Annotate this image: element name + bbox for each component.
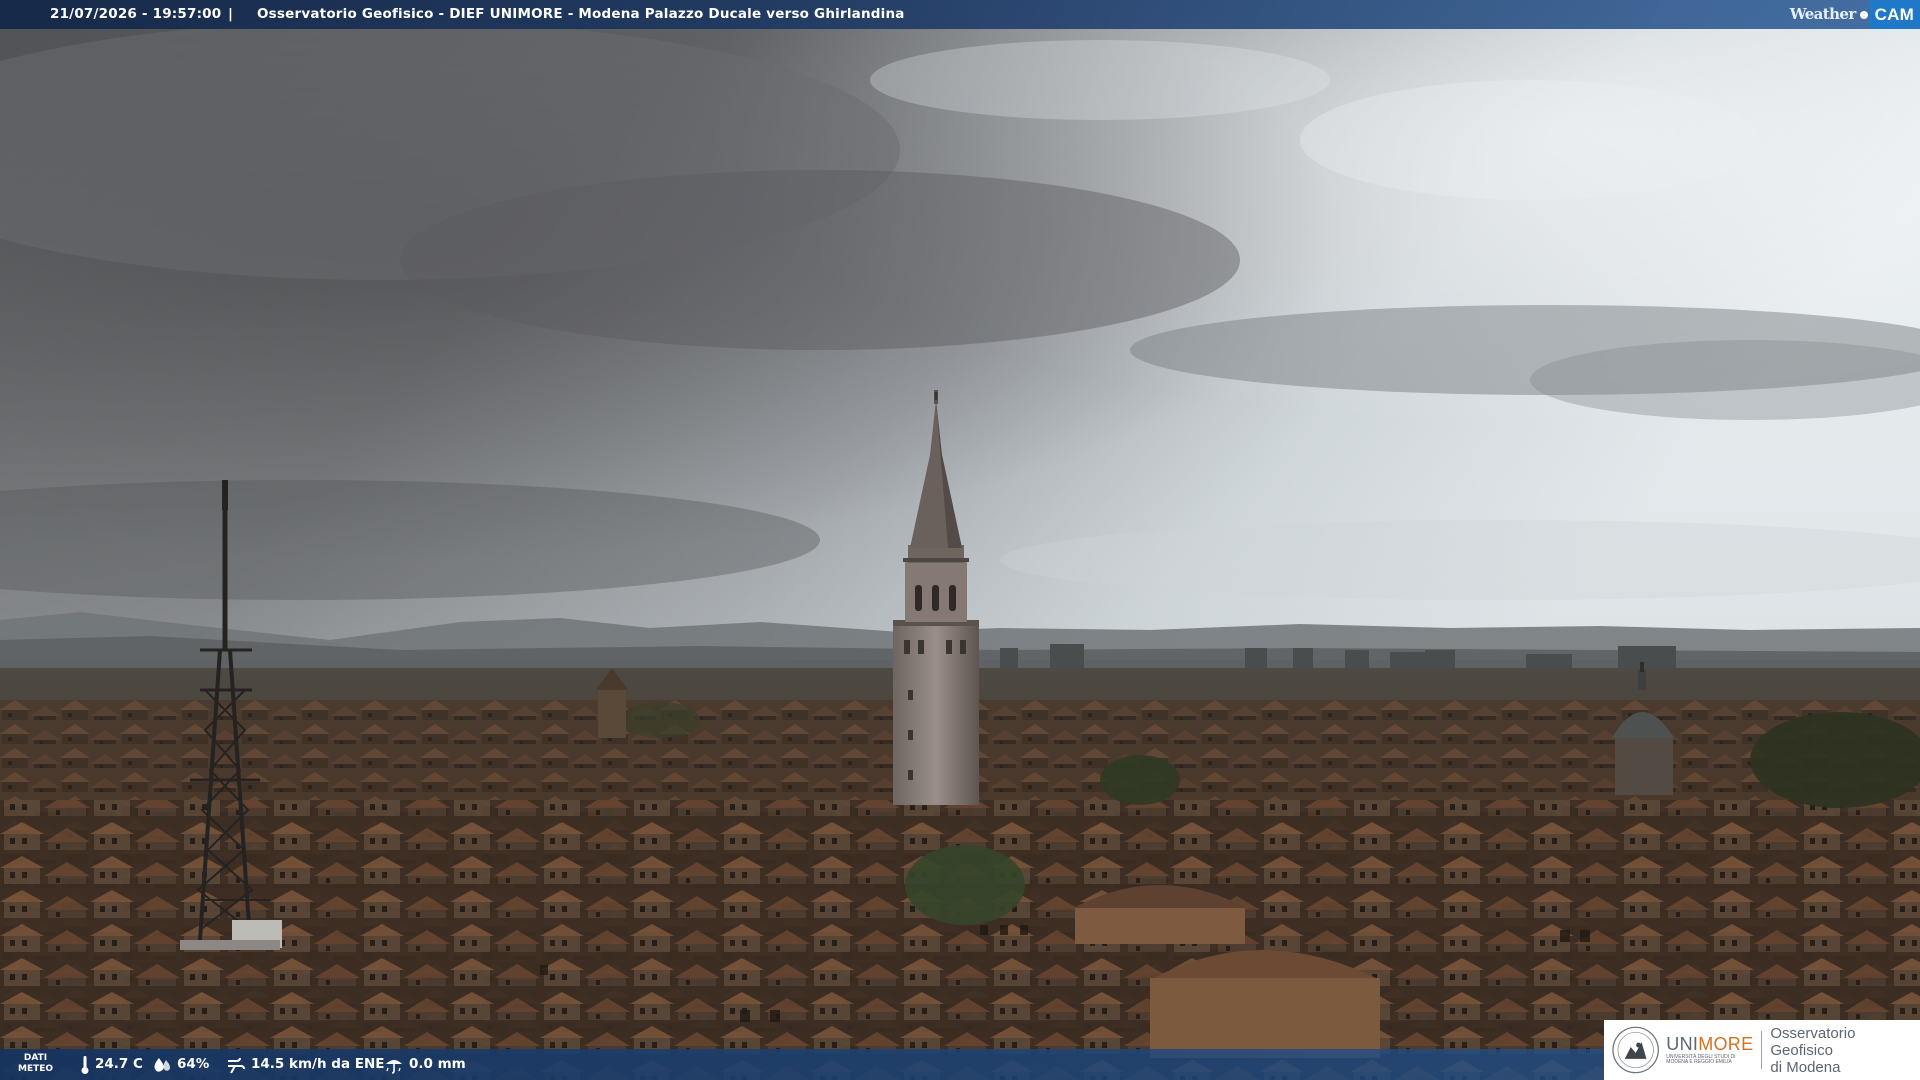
unimore-name: UNIMORE xyxy=(1666,1035,1753,1053)
humidity-reading: 64% xyxy=(152,1049,209,1080)
webcam-image xyxy=(0,0,1920,1080)
unimore-wordmark: UNIMORE UNIVERSITÀ DEGLI STUDI DI MODENA… xyxy=(1666,1035,1753,1065)
humidity-value: 64% xyxy=(177,1056,210,1072)
meteo-label: DATI METEO xyxy=(18,1053,53,1075)
unimore-name-uni: UNI xyxy=(1666,1034,1699,1054)
observatory-name: Osservatorio Geofisico di Modena xyxy=(1770,1025,1920,1076)
meteo-data-bar: DATI METEO 24.7 C 64% 14.5 km/h da ENE 0… xyxy=(0,1049,1604,1080)
rain-gauge-icon xyxy=(386,1059,402,1074)
unimore-badge: UNIMORE UNIVERSITÀ DEGLI STUDI DI MODENA… xyxy=(1604,1020,1920,1080)
observatory-line2: di Modena xyxy=(1770,1058,1841,1076)
timestamp: 21/07/2026 - 19:57:00 xyxy=(50,6,222,22)
top-info-bar: 21/07/2026 - 19:57:00 | Osservatorio Geo… xyxy=(0,0,1920,29)
water-drop-icon xyxy=(154,1057,170,1072)
weathercam-logo: Weather CAM xyxy=(1790,0,1920,29)
unimore-name-more: MORE xyxy=(1698,1034,1754,1054)
weathercam-logo-cam: CAM xyxy=(1869,0,1920,29)
rain-value: 0.0 mm xyxy=(409,1056,466,1072)
university-seal-icon xyxy=(1612,1026,1659,1074)
webcam-frame: 21/07/2026 - 19:57:00 | Osservatorio Geo… xyxy=(0,0,1920,1080)
meteo-label-line2: METEO xyxy=(18,1064,54,1074)
temperature-reading: 24.7 C xyxy=(80,1049,143,1080)
wind-value: 14.5 km/h da ENE xyxy=(251,1056,385,1072)
camera-caption: Osservatorio Geofisico - DIEF UNIMORE - … xyxy=(257,6,905,22)
meteo-label-line1: DATI xyxy=(23,1053,48,1063)
wind-reading: 14.5 km/h da ENE xyxy=(226,1049,385,1080)
badge-divider xyxy=(1761,1031,1763,1069)
unimore-subtitle: UNIVERSITÀ DEGLI STUDI DI MODENA E REGGI… xyxy=(1666,1054,1736,1065)
weathercam-logo-weather: Weather xyxy=(1789,5,1857,23)
separator: | xyxy=(228,6,234,22)
wind-icon xyxy=(228,1057,245,1073)
thermometer-icon xyxy=(81,1055,89,1074)
rain-reading: 0.0 mm xyxy=(384,1049,466,1080)
temperature-value: 24.7 C xyxy=(95,1056,143,1072)
observatory-line1: Osservatorio Geofisico xyxy=(1770,1024,1856,1059)
weathercam-logo-dot xyxy=(1859,10,1868,19)
